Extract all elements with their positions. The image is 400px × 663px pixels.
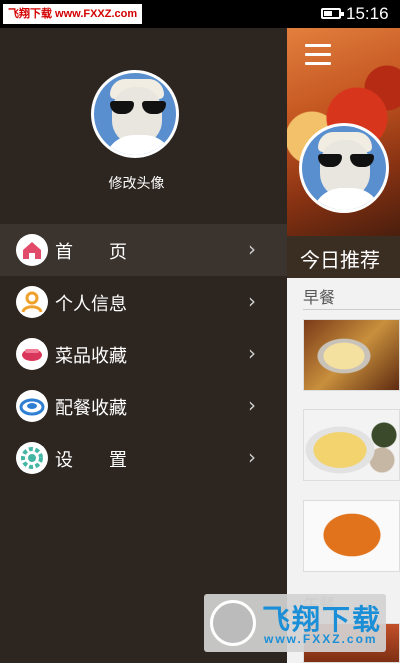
edit-avatar-label[interactable]: 修改头像 [0, 173, 273, 193]
gear-icon [16, 442, 48, 474]
chevron-right-icon: › [248, 445, 256, 469]
nav-item-label: 配餐收藏 [55, 398, 127, 419]
watermark-top: 飞翔下载 www.FXXZ.com [3, 4, 143, 24]
nav-item-profile[interactable]: 个人信息 › [0, 276, 287, 328]
avatar[interactable] [91, 70, 179, 158]
section-divider [303, 309, 400, 310]
today-recommend-bar: 今日推荐 [287, 236, 400, 278]
nav-item-label: 个人信息 [55, 294, 127, 315]
user-icon [16, 286, 48, 318]
nav-item-meal-favorites[interactable]: 配餐收藏 › [0, 380, 287, 432]
nav-item-home[interactable]: 首 页 › [0, 224, 287, 276]
chevron-right-icon: › [248, 289, 256, 313]
hero-banner [287, 28, 400, 236]
watermark-bottom: 飞翔下载 www.FXXZ.com [204, 594, 386, 652]
nav-item-dish-favorites[interactable]: 菜品收藏 › [0, 328, 287, 380]
status-bar: 飞翔下载 www.FXXZ.com 15:16 [0, 0, 400, 28]
food-thumbnail[interactable] [303, 319, 400, 391]
nav-item-settings[interactable]: 设 置 › [0, 432, 287, 484]
nav-item-label: 设 置 [55, 450, 127, 471]
food-thumbnail[interactable] [303, 500, 400, 572]
chevron-right-icon: › [248, 393, 256, 417]
chevron-right-icon: › [248, 341, 256, 365]
nav-item-label: 菜品收藏 [55, 346, 127, 367]
main-content: 今日推荐 早餐 午餐 [287, 28, 400, 663]
watermark-url: www.FXXZ.com [264, 632, 378, 646]
nav-item-label: 首 页 [55, 242, 127, 263]
home-icon [16, 234, 48, 266]
status-time: 15:16 [346, 4, 389, 23]
menu-icon[interactable] [305, 44, 331, 66]
food-thumbnail[interactable] [303, 409, 400, 481]
watermark-logo-icon [210, 600, 256, 646]
chevron-right-icon: › [248, 237, 256, 261]
breakfast-section-label: 早餐 [303, 288, 336, 307]
navigation-drawer: 修改头像 首 页 › 个人信息 › 菜品收藏 › 配餐收藏 › 设 置 › [0, 28, 287, 663]
dish-icon [16, 338, 48, 370]
meal-icon [16, 390, 48, 422]
today-recommend-title: 今日推荐 [300, 248, 380, 272]
drawer-menu: 首 页 › 个人信息 › 菜品收藏 › 配餐收藏 › 设 置 › [0, 224, 287, 484]
avatar[interactable] [299, 123, 389, 213]
battery-icon [321, 8, 344, 19]
